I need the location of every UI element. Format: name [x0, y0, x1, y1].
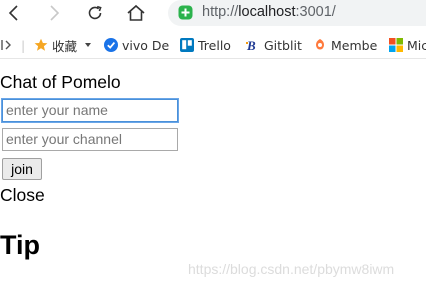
bookmark-label: Membe: [331, 37, 378, 53]
bookmark-vivo[interactable]: vivo De: [104, 36, 169, 54]
microsoft-icon: [389, 38, 403, 52]
bookmark-microsoft[interactable]: Mic: [389, 36, 426, 54]
browser-toolbar: http://localhost:3001/: [0, 0, 426, 27]
bookmark-label: Gitblit: [264, 37, 302, 53]
bookmark-member[interactable]: Membe: [313, 36, 377, 54]
vivo-check-icon: [104, 38, 118, 52]
trello-icon: [180, 38, 194, 52]
bookmark-label: vivo De: [122, 37, 170, 53]
member-icon: [316, 39, 324, 50]
bookmarks-divider: |: [21, 37, 26, 53]
shield-secure-icon: [178, 5, 193, 20]
address-bar[interactable]: http://localhost:3001/: [168, 0, 426, 26]
bookmark-label: Trello: [198, 37, 231, 53]
reload-button[interactable]: [82, 1, 108, 25]
home-button[interactable]: [123, 1, 149, 25]
close-label: Close: [0, 185, 45, 205]
bookmark-label: 收藏: [52, 38, 78, 54]
gitblit-icon: B: [246, 38, 256, 52]
reload-icon: [88, 5, 102, 20]
back-button[interactable]: [1, 1, 27, 25]
dropdown-triangle-icon: [85, 43, 92, 47]
bookmark-favorites[interactable]: 收藏: [34, 36, 93, 54]
double-chevron-icon: [1, 40, 11, 50]
bookmark-gitblit[interactable]: B Gitblit: [246, 36, 302, 54]
svg-text:B: B: [246, 38, 256, 52]
bookmarks-bar: | 收藏 vivo De Trello B Gitblit Membe Mic: [0, 31, 426, 59]
back-arrow-icon: [8, 5, 18, 21]
home-icon: [127, 4, 145, 21]
channel-input[interactable]: enter your channel: [2, 128, 178, 151]
star-icon: [34, 38, 48, 51]
forward-button[interactable]: [41, 1, 67, 25]
page-title: Chat of Pomelo: [0, 72, 121, 92]
page-content: Chat of Pomelo enter your name enter you…: [0, 60, 426, 290]
tip-heading: Tip: [0, 230, 40, 260]
bookmark-label: Mic: [407, 37, 426, 53]
watermark-text: https://blog.csdn.net/pbymw8iwm: [188, 261, 395, 277]
forward-arrow-icon: [50, 5, 60, 21]
join-button[interactable]: join: [2, 158, 42, 180]
bookmarks-chevron-button[interactable]: [1, 36, 13, 54]
url-text[interactable]: http://localhost:3001/: [202, 4, 336, 20]
name-input[interactable]: enter your name: [2, 99, 178, 122]
bookmark-trello[interactable]: Trello: [180, 36, 231, 54]
